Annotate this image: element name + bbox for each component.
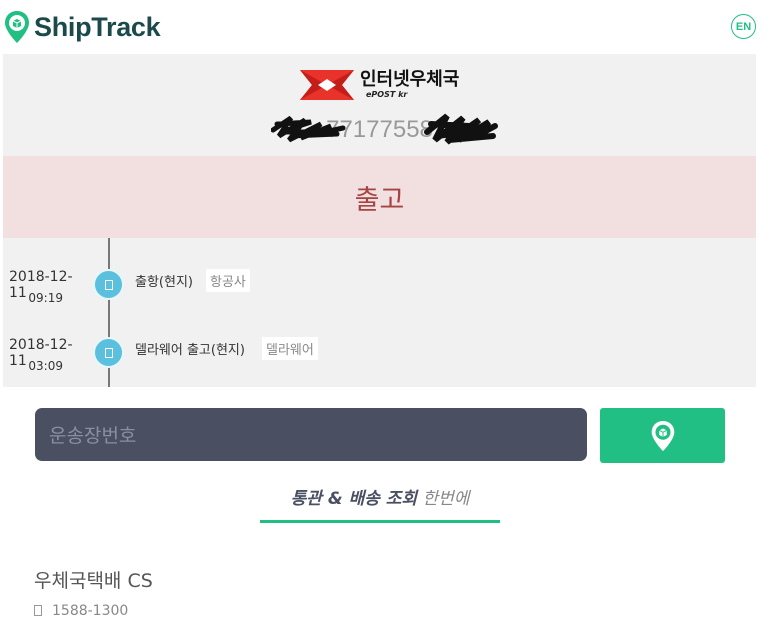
- timeline-event: 2018-12-11 03:09 델라웨어 출고(현지) 델라웨어: [3, 337, 756, 387]
- location-pin-box-icon: [651, 420, 674, 451]
- carrier-name: 인터넷우체국: [360, 69, 460, 90]
- tracking-number-input[interactable]: 운송장번호: [35, 408, 587, 461]
- location-pin-box-icon: [5, 11, 29, 43]
- tagline-light: 한번에: [422, 489, 470, 509]
- box-icon: [93, 337, 124, 368]
- language-toggle-button[interactable]: EN: [731, 14, 756, 39]
- timeline-event: 2018-12-11 09:19 출항(현지) 항공사: [3, 269, 756, 319]
- tagline-underline: [260, 520, 500, 523]
- redaction-scribble: [424, 113, 498, 145]
- event-time: 09:19: [28, 291, 63, 305]
- customer-service-title: 우체국택배 CS: [34, 570, 153, 592]
- event-time: 03:09: [28, 359, 63, 373]
- event-location-tag: 항공사: [206, 269, 250, 292]
- track-search-button[interactable]: [600, 408, 725, 463]
- phone-icon: [34, 605, 42, 616]
- tracking-number: 77177558: [326, 116, 433, 143]
- customer-service-phone[interactable]: 1588-1300: [52, 603, 128, 619]
- status-banner: 출고: [3, 156, 756, 238]
- status-label: 출고: [354, 184, 405, 216]
- event-location-tag: 델라웨어: [262, 337, 318, 360]
- redaction-scribble: [271, 115, 346, 143]
- tracking-result-card: 인터넷우체국 ePOST kr 77177558 출고 2018-12-11 0…: [3, 54, 756, 387]
- app-logo[interactable]: ShipTrack: [4, 10, 161, 44]
- top-bar: ShipTrack EN: [0, 0, 773, 54]
- tagline: 통관 & 배송 조회 한번에: [0, 484, 760, 509]
- carrier-subname: ePOST kr: [366, 90, 408, 99]
- event-description: 출항(현지): [135, 275, 193, 290]
- event-description: 델라웨어 출고(현지): [135, 343, 245, 358]
- box-icon: [93, 269, 124, 300]
- tagline-strong: 통관 & 배송 조회: [290, 489, 418, 509]
- epost-logo-icon: [300, 70, 354, 100]
- carrier-logo: 인터넷우체국 ePOST kr: [298, 68, 459, 102]
- app-name: ShipTrack: [34, 11, 161, 42]
